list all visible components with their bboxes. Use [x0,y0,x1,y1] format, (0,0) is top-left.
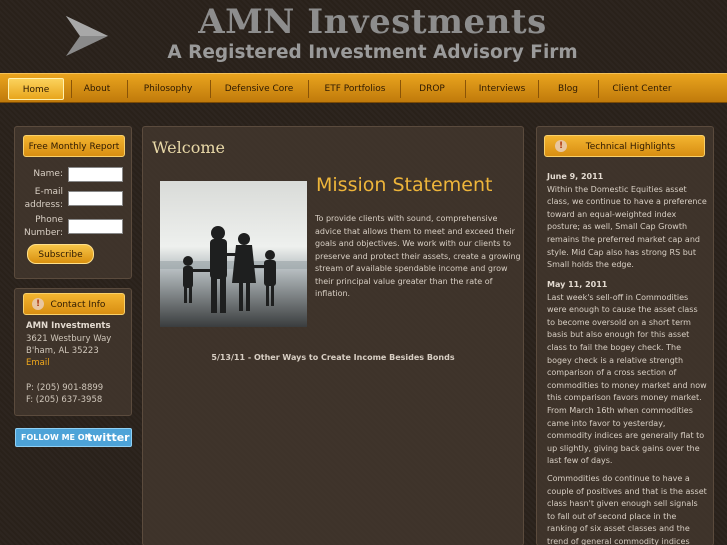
phone-field[interactable] [68,219,123,234]
contact-street: 3621 Westbury Way [26,334,112,344]
nav-divider [71,80,72,98]
technical-entry: June 9, 2011 Within the Domestic Equitie… [547,171,707,272]
contact-fax: F: (205) 637-3958 [26,395,103,405]
twitter-follow-text: FOLLOW ME ON [21,433,92,442]
nav-divider [308,80,309,98]
contact-email-link[interactable]: Email [26,357,50,369]
nav-home[interactable]: Home [8,78,64,100]
alert-icon: ! [32,298,44,310]
nav-blog[interactable]: Blog [543,78,593,100]
entry-text: Last week's sell-off in Commodities were… [547,292,707,466]
nav-interviews[interactable]: Interviews [471,78,533,100]
family-beach-photo [160,181,307,327]
email-label-line1: E-mail [34,187,63,197]
contact-tab-label: Contact Info [50,300,106,310]
contact-company: AMN Investments [26,321,111,331]
entry-text: Commodities do continue to have a couple… [547,474,707,545]
name-label: Name: [33,169,63,179]
mission-statement-heading: Mission Statement [316,174,493,196]
nav-divider [538,80,539,98]
nav-drop[interactable]: DROP [404,78,460,100]
page-title: Welcome [152,138,225,157]
nav-divider [400,80,401,98]
email-label-line2: address: [24,200,63,210]
nav-defensive-core[interactable]: Defensive Core [216,78,302,100]
phone-label-line2: Number: [23,228,63,238]
entry-date: May 11, 2011 [547,280,608,289]
nav-etf-portfolios[interactable]: ETF Portfolios [314,78,396,100]
nav-client-center[interactable]: Client Center [603,78,681,100]
nav-about[interactable]: About [73,78,121,100]
technical-entry: May 11, 2011 Last week's sell-off in Com… [547,279,707,468]
news-article-link[interactable]: 5/13/11 - Other Ways to Create Income Be… [143,353,523,362]
nav-divider [127,80,128,98]
name-field[interactable] [68,167,123,182]
contact-phone: P: (205) 901-8899 [26,383,104,393]
main-nav: Home About Philosophy Defensive Core ETF… [0,73,727,103]
email-field[interactable] [68,191,123,206]
contact-tab: ! Contact Info [23,293,125,315]
site-subtitle: A Registered Investment Advisory Firm [167,42,578,63]
entry-text: Within the Domestic Equities asset class… [547,184,707,270]
technical-entry: Commodities do continue to have a couple… [547,473,707,545]
site-title[interactable]: AMN Investments [0,2,727,42]
nav-divider [210,80,211,98]
technical-highlights-tab: ! Technical Highlights [544,135,705,157]
newsletter-tab: Free Monthly Report [23,135,125,157]
nav-divider [598,80,599,98]
subscribe-button[interactable]: Subscribe [27,244,94,264]
twitter-follow-button[interactable]: FOLLOW ME ON twitter [15,428,132,447]
alert-icon: ! [555,140,567,152]
phone-label-line1: Phone [35,215,63,225]
contact-city: B'ham, AL 35223 [26,346,99,356]
twitter-logo-icon: twitter [87,431,130,444]
nav-philosophy[interactable]: Philosophy [132,78,204,100]
technical-highlights-tab-label: Technical Highlights [585,142,676,152]
mission-statement-text: To provide clients with sound, comprehen… [315,214,521,298]
site-header: AMN Investments A Registered Investment … [0,0,727,72]
nav-divider [465,80,466,98]
entry-date: June 9, 2011 [547,172,604,181]
